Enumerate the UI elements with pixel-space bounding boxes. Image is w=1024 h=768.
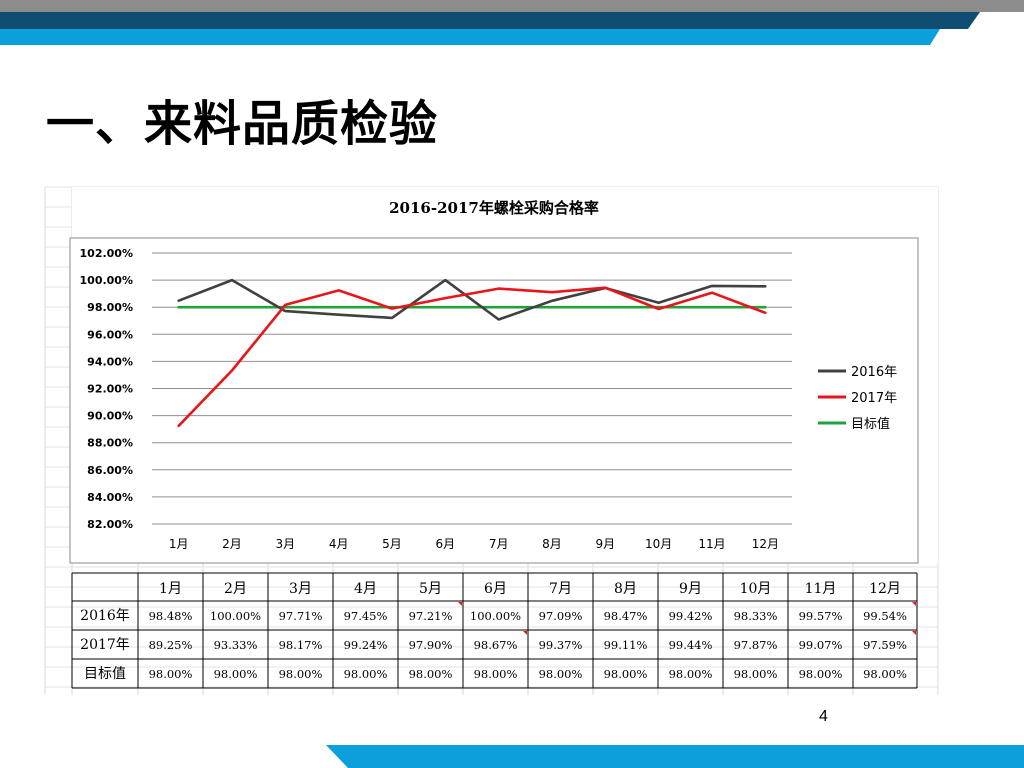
table-header-cell: 9月 <box>679 581 702 597</box>
table-cell: 98.00% <box>279 667 323 681</box>
table-cell: 98.67% <box>474 638 518 652</box>
y-tick-label: 84.00% <box>87 491 133 504</box>
table-cell: 99.11% <box>604 638 648 652</box>
table-header-cell: 11月 <box>805 581 837 597</box>
x-tick-label: 8月 <box>542 537 562 551</box>
comment-marker <box>912 631 916 635</box>
table-cell: 89.25% <box>149 638 193 652</box>
table-cell: 97.45% <box>344 609 388 623</box>
y-tick-label: 88.00% <box>87 437 133 450</box>
table-cell: 98.00% <box>474 667 518 681</box>
table-header-cell: 5月 <box>419 581 442 597</box>
table-cell: 93.33% <box>214 638 258 652</box>
x-tick-label: 10月 <box>645 537 672 551</box>
x-tick-label: 2月 <box>222 537 242 551</box>
y-tick-label: 86.00% <box>87 464 133 477</box>
slide-title: 一、来料品质检验 <box>46 96 439 152</box>
table-cell: 98.00% <box>604 667 648 681</box>
table-cell: 98.00% <box>214 667 258 681</box>
footer-blue-bar <box>326 745 1024 768</box>
table-header-cell: 4月 <box>354 581 377 597</box>
table-cell: 97.21% <box>409 609 453 623</box>
table-cell: 97.87% <box>734 638 778 652</box>
table-header-cell: 2月 <box>224 581 247 597</box>
table-cell: 99.42% <box>669 609 713 623</box>
x-tick-label: 9月 <box>596 537 616 551</box>
x-tick-label: 11月 <box>698 537 725 551</box>
chart-title: 2016-2017年螺栓采购合格率 <box>389 199 599 217</box>
comment-marker <box>458 602 462 606</box>
table-cell: 98.00% <box>734 667 778 681</box>
plot-frame <box>69 237 919 564</box>
table-cell: 98.47% <box>604 609 648 623</box>
legend-label: 2016年 <box>851 365 897 380</box>
table-cell: 99.37% <box>539 638 583 652</box>
y-tick-label: 94.00% <box>87 355 133 368</box>
table-cell: 98.17% <box>279 638 323 652</box>
table-cell: 98.00% <box>863 667 907 681</box>
table-row-label: 2017年 <box>80 637 130 653</box>
y-tick-label: 96.00% <box>87 328 133 341</box>
x-tick-label: 12月 <box>752 537 779 551</box>
header-dark-blue-bar <box>0 12 980 29</box>
table-cell: 99.57% <box>799 609 843 623</box>
table-header-cell: 1月 <box>159 581 182 597</box>
x-tick-label: 6月 <box>436 537 456 551</box>
data-table: 1月 2月 3月 4月 5月 6月 7月 8月 9月 10月 11月 12月 2016年 98.48% 10… <box>71 572 918 689</box>
header-light-blue-bar <box>0 29 940 45</box>
y-tick-label: 82.00% <box>87 518 133 531</box>
header-gray-bar <box>0 0 1024 12</box>
table-cell: 99.24% <box>344 638 388 652</box>
table-cell: 97.09% <box>539 609 583 623</box>
legend-label: 2017年 <box>851 391 897 406</box>
table-cell: 98.48% <box>149 609 193 623</box>
comment-marker <box>523 631 527 635</box>
table-header-cell: 6月 <box>484 581 507 597</box>
table-header-cell: 12月 <box>869 581 901 597</box>
table-cell: 98.00% <box>149 667 193 681</box>
table-row-label: 2016年 <box>80 608 130 624</box>
table-cell: 98.00% <box>539 667 583 681</box>
x-tick-label: 3月 <box>276 537 296 551</box>
table-header-cell: 3月 <box>289 581 312 597</box>
y-tick-label: 92.00% <box>87 383 133 396</box>
table-cell: 98.00% <box>669 667 713 681</box>
y-tick-label: 90.00% <box>87 410 133 423</box>
x-tick-label: 1月 <box>169 537 189 551</box>
table-cell: 100.00% <box>210 609 261 623</box>
y-tick-label: 98.00% <box>87 301 133 314</box>
table-cell: 99.44% <box>669 638 713 652</box>
table-cell: 99.07% <box>799 638 843 652</box>
table-cell: 98.00% <box>799 667 843 681</box>
x-tick-label: 7月 <box>489 537 509 551</box>
comment-marker <box>912 602 916 606</box>
table-cell: 98.00% <box>344 667 388 681</box>
table-cell: 100.00% <box>470 609 521 623</box>
table-header-cell: 10月 <box>740 581 772 597</box>
y-tick-label: 102.00% <box>80 247 133 260</box>
table-cell: 97.59% <box>863 638 907 652</box>
table-cell: 98.00% <box>409 667 453 681</box>
table-header-cell: 8月 <box>614 581 637 597</box>
table-row-label: 目标值 <box>84 666 126 682</box>
table-cell: 97.90% <box>409 638 453 652</box>
x-tick-label: 5月 <box>382 537 402 551</box>
table-cell: 97.71% <box>279 609 323 623</box>
table-header-cell: 7月 <box>549 581 572 597</box>
page-number: 4 <box>819 708 828 725</box>
x-tick-label: 4月 <box>329 537 349 551</box>
legend-label: 目标值 <box>851 416 890 432</box>
table-cell: 99.54% <box>863 609 907 623</box>
table-cell: 98.33% <box>734 609 778 623</box>
y-tick-label: 100.00% <box>80 274 133 287</box>
